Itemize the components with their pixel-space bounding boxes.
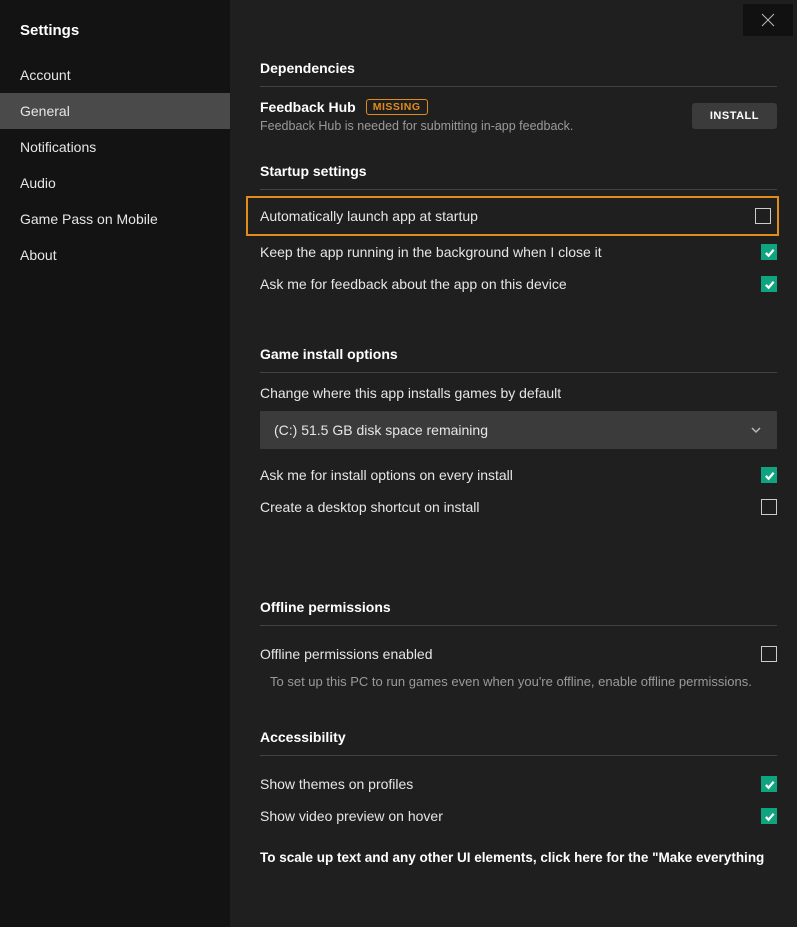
install-location-dropdown[interactable]: (C:) 51.5 GB disk space remaining bbox=[260, 411, 777, 449]
option-keep-running[interactable]: Keep the app running in the background w… bbox=[260, 236, 777, 268]
sidebar: Settings Account General Notifications A… bbox=[0, 0, 230, 927]
sidebar-item-general[interactable]: General bbox=[0, 93, 230, 129]
sidebar-item-game-pass-mobile[interactable]: Game Pass on Mobile bbox=[0, 201, 230, 237]
option-label: Automatically launch app at startup bbox=[260, 208, 478, 224]
section-title-install: Game install options bbox=[260, 346, 777, 362]
option-ask-install-options[interactable]: Ask me for install options on every inst… bbox=[260, 459, 777, 491]
dependency-name: Feedback Hub bbox=[260, 99, 356, 115]
close-button[interactable] bbox=[743, 4, 793, 36]
section-title-accessibility: Accessibility bbox=[260, 729, 777, 745]
dependency-desc: Feedback Hub is needed for submitting in… bbox=[260, 119, 573, 133]
option-label: Create a desktop shortcut on install bbox=[260, 499, 479, 515]
option-label: Ask me for install options on every inst… bbox=[260, 467, 513, 483]
divider bbox=[260, 189, 777, 190]
checkbox-themes[interactable] bbox=[761, 776, 777, 792]
option-label: Ask me for feedback about the app on thi… bbox=[260, 276, 567, 292]
offline-desc: To set up this PC to run games even when… bbox=[260, 674, 777, 689]
divider bbox=[260, 372, 777, 373]
checkbox-offline[interactable] bbox=[761, 646, 777, 662]
sidebar-item-account[interactable]: Account bbox=[0, 57, 230, 93]
dropdown-value: (C:) 51.5 GB disk space remaining bbox=[274, 422, 488, 438]
divider bbox=[260, 625, 777, 626]
checkbox-video-preview[interactable] bbox=[761, 808, 777, 824]
section-title-dependencies: Dependencies bbox=[260, 60, 777, 76]
sidebar-item-about[interactable]: About bbox=[0, 237, 230, 273]
option-show-themes[interactable]: Show themes on profiles bbox=[260, 768, 777, 800]
checkbox-ask-install[interactable] bbox=[761, 467, 777, 483]
option-label: Show themes on profiles bbox=[260, 776, 413, 792]
change-where-label: Change where this app installs games by … bbox=[260, 385, 777, 401]
sidebar-item-audio[interactable]: Audio bbox=[0, 165, 230, 201]
checkbox-auto-launch[interactable] bbox=[755, 208, 771, 224]
checkbox-ask-feedback[interactable] bbox=[761, 276, 777, 292]
option-auto-launch[interactable]: Automatically launch app at startup bbox=[246, 196, 779, 236]
option-label: Keep the app running in the background w… bbox=[260, 244, 602, 260]
checkbox-keep-running[interactable] bbox=[761, 244, 777, 260]
main-panel: Dependencies Feedback Hub MISSING Feedba… bbox=[230, 0, 797, 927]
scale-note: To scale up text and any other UI elemen… bbox=[260, 850, 777, 865]
section-title-startup: Startup settings bbox=[260, 163, 777, 179]
sidebar-title: Settings bbox=[0, 14, 230, 57]
section-title-offline: Offline permissions bbox=[260, 599, 777, 615]
divider bbox=[260, 86, 777, 87]
divider bbox=[260, 755, 777, 756]
dependency-row: Feedback Hub MISSING Feedback Hub is nee… bbox=[260, 99, 777, 133]
missing-badge: MISSING bbox=[366, 99, 428, 115]
option-label: Show video preview on hover bbox=[260, 808, 443, 824]
sidebar-item-notifications[interactable]: Notifications bbox=[0, 129, 230, 165]
chevron-down-icon bbox=[749, 423, 763, 437]
checkbox-create-shortcut[interactable] bbox=[761, 499, 777, 515]
install-button[interactable]: INSTALL bbox=[692, 103, 777, 129]
option-label: Offline permissions enabled bbox=[260, 646, 433, 662]
option-create-shortcut[interactable]: Create a desktop shortcut on install bbox=[260, 491, 777, 523]
option-offline-enabled[interactable]: Offline permissions enabled bbox=[260, 638, 777, 670]
option-ask-feedback[interactable]: Ask me for feedback about the app on thi… bbox=[260, 268, 777, 300]
option-video-preview[interactable]: Show video preview on hover bbox=[260, 800, 777, 832]
close-icon bbox=[761, 13, 775, 27]
